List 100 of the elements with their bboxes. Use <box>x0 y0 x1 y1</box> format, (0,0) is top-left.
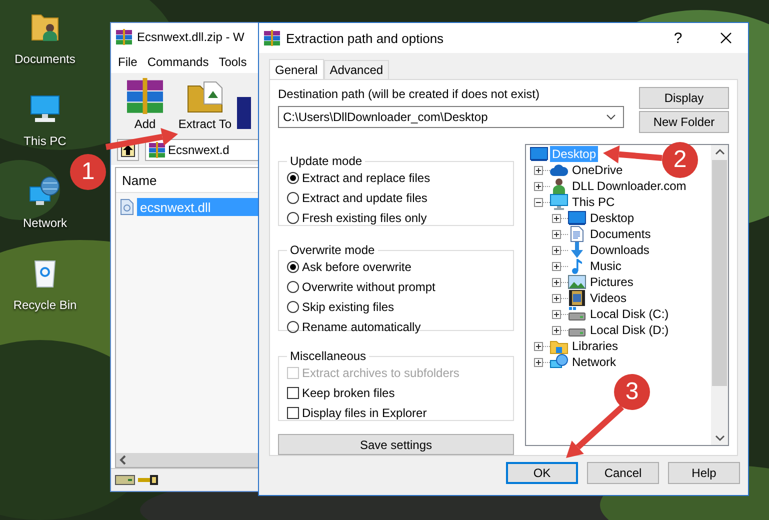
drive-icon <box>115 474 135 486</box>
expand-icon[interactable] <box>534 166 543 174</box>
tree-item[interactable]: DLL Downloader.com <box>570 178 688 194</box>
tree-item[interactable]: Documents <box>588 226 653 242</box>
field-label: Destination path (will be created if does not exist) <box>278 87 540 101</box>
desktop-icon-label[interactable]: Recycle Bin <box>13 298 77 312</box>
key-icon <box>138 475 158 485</box>
option-label: Display files in Explorer <box>302 406 427 420</box>
network-icon <box>550 354 568 370</box>
tree-item[interactable]: Local Disk (C:) <box>588 306 671 322</box>
scrollbar[interactable] <box>116 453 258 467</box>
path-field[interactable]: C:\Users\DllDownloader_com\Desktop <box>278 106 624 128</box>
radio-button[interactable] <box>287 281 299 293</box>
tab[interactable]: Advanced <box>324 60 390 79</box>
close-icon[interactable] <box>720 32 732 44</box>
tree-item[interactable]: Local Disk (D:) <box>588 322 671 338</box>
archive-icon <box>127 78 163 114</box>
radio-button[interactable] <box>287 321 299 333</box>
expand-icon[interactable] <box>534 342 543 350</box>
expand-icon[interactable] <box>552 214 561 222</box>
film-icon <box>569 290 585 306</box>
tree-item[interactable]: Music <box>588 258 624 274</box>
folder-icon <box>550 338 568 354</box>
monitor-icon <box>29 94 61 124</box>
expand-icon[interactable] <box>552 246 561 254</box>
column-header[interactable]: Name <box>122 172 157 188</box>
group-title: Overwrite mode <box>289 243 376 257</box>
radio-button[interactable] <box>287 301 299 313</box>
monitor-icon <box>530 147 548 161</box>
toolbar-button[interactable]: Extract To <box>177 78 233 131</box>
group-title: Miscellaneous <box>289 349 368 363</box>
image-icon <box>568 275 586 289</box>
checkbox[interactable] <box>287 387 299 399</box>
collapse-icon[interactable] <box>534 198 543 206</box>
network-icon <box>29 175 61 207</box>
monitor-icon <box>568 211 586 225</box>
expand-icon[interactable] <box>552 310 561 318</box>
radio-button[interactable] <box>287 261 299 273</box>
expand-icon[interactable] <box>534 358 543 366</box>
option-label: Ask before overwrite <box>302 260 412 274</box>
expand-icon[interactable] <box>552 230 561 238</box>
download-icon <box>569 242 585 258</box>
person-icon <box>552 178 566 194</box>
tree-item[interactable]: This PC <box>570 194 617 210</box>
option-label: Overwrite without prompt <box>302 280 436 294</box>
option-label: Skip existing files <box>302 300 394 314</box>
tree-item[interactable]: Downloads <box>588 242 652 258</box>
option-label: Extract and update files <box>302 191 428 205</box>
option-label: Keep broken files <box>302 386 395 400</box>
music-note-icon <box>571 258 583 274</box>
archive-icon <box>264 30 280 46</box>
drive-icon <box>568 307 586 321</box>
tree-item[interactable]: Libraries <box>570 338 620 354</box>
tree-item[interactable]: Network <box>570 354 618 370</box>
address-field[interactable]: Ecsnwext.d <box>145 139 258 161</box>
option-label: Rename automatically <box>302 320 421 334</box>
scrollbar[interactable] <box>711 145 728 445</box>
monitor-icon <box>550 194 568 210</box>
chevron-down-icon[interactable] <box>606 114 616 120</box>
option-label: Extract and replace files <box>302 171 430 185</box>
desktop-icon-label[interactable]: Documents <box>14 52 76 66</box>
desktop-icon-label[interactable]: Network <box>22 216 67 230</box>
option-label: Fresh existing files only <box>302 211 427 225</box>
dialog-button[interactable]: OK <box>506 462 578 484</box>
recycle-bin-icon <box>32 258 58 288</box>
document-icon <box>570 226 584 242</box>
dialog-button[interactable]: Help <box>668 462 740 484</box>
callout-arrow <box>603 145 662 164</box>
help-button[interactable]: ? <box>658 23 698 53</box>
radio-button[interactable] <box>287 212 299 224</box>
action-button[interactable]: New Folder <box>639 111 729 133</box>
dialog-button[interactable]: Cancel <box>587 462 659 484</box>
expand-icon[interactable] <box>534 182 543 190</box>
tree-item[interactable]: OneDrive <box>570 162 625 178</box>
radio-button[interactable] <box>287 192 299 204</box>
menu-item[interactable]: Tools <box>214 55 252 69</box>
menu-item[interactable]: File <box>113 55 142 69</box>
tab[interactable]: General <box>269 59 324 79</box>
cloud-icon <box>550 164 568 176</box>
toolbar-button[interactable] <box>237 95 251 131</box>
expand-icon[interactable] <box>552 278 561 286</box>
radio-button[interactable] <box>287 172 299 184</box>
file-icon <box>120 199 134 215</box>
expand-icon[interactable] <box>552 294 561 302</box>
callout-arrow <box>566 404 624 458</box>
desktop-icon-label[interactable]: This PC <box>24 134 66 148</box>
expand-icon[interactable] <box>552 326 561 334</box>
toolbar-button[interactable]: Add <box>117 78 173 131</box>
window-title: Ecsnwext.dll.zip - W <box>137 30 244 44</box>
option-label: Extract archives to subfolders <box>302 366 460 380</box>
menu-item[interactable]: Commands <box>142 55 214 69</box>
tree-item[interactable]: Desktop <box>588 210 636 226</box>
archive-icon <box>116 29 132 45</box>
action-button[interactable]: Display <box>639 87 729 109</box>
save-settings-button[interactable]: Save settings <box>278 434 514 455</box>
book-icon <box>237 95 251 131</box>
tree-item[interactable]: Videos <box>588 290 628 306</box>
expand-icon[interactable] <box>552 262 561 270</box>
tree-item[interactable]: Pictures <box>588 274 636 290</box>
checkbox[interactable] <box>287 407 299 419</box>
